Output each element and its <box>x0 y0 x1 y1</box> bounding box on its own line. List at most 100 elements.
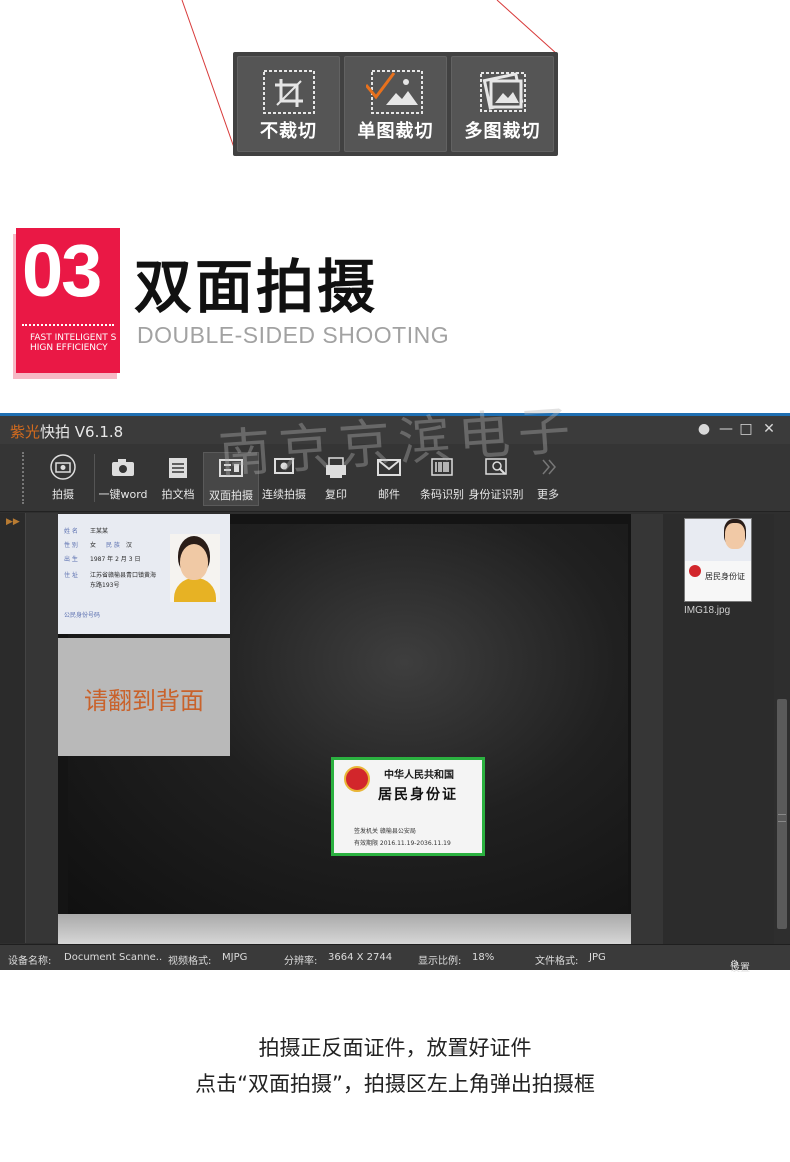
status-bar: 设备名称: Document Scanne.. 视频格式: MJPG 分辨率: … <box>0 944 790 974</box>
id-photo-body <box>174 578 216 602</box>
preview-gutter-left <box>26 513 58 943</box>
id-gender-label: 性 别 <box>64 542 78 549</box>
id-back-title: 居民身份证 <box>378 787 458 803</box>
settings-label: 设置 <box>730 963 750 974</box>
display-scale-label: 显示比例: <box>418 956 462 967</box>
continuous-shoot-label: 连续拍摄 <box>262 488 306 501</box>
barcode-button[interactable]: 条码识别 <box>414 452 470 506</box>
shoot-button[interactable]: 拍摄 <box>35 452 91 506</box>
app-window: 紫光快拍 V6.1.8 ● — □ ✕ 拍摄 一键word 拍文档 双面拍摄 连… <box>0 413 790 974</box>
single-crop-button[interactable]: 单图裁切 <box>344 56 447 152</box>
more-label: 更多 <box>537 488 559 501</box>
id-address-line1: 江苏省赣榆县青口镇黄海 <box>90 572 157 579</box>
id-recognition-button[interactable]: 身份证识别 <box>467 452 525 506</box>
more-icon <box>542 459 556 475</box>
continuous-shoot-button[interactable]: 连续拍摄 <box>256 452 312 506</box>
video-format-label: 视频格式: <box>168 956 212 967</box>
copy-button[interactable]: 复印 <box>308 452 364 506</box>
thumbnail-panel: 居民身份证 IMG18.jpg <box>663 514 774 944</box>
app-title: 紫光快拍 V6.1.8 <box>10 421 123 442</box>
badge-tagline-line2: HIGN EFFICIENCY <box>30 343 108 353</box>
thumbnail-filename: IMG18.jpg <box>684 605 731 616</box>
document-icon <box>169 458 187 478</box>
thumbnail-back: 居民身份证 <box>685 561 751 601</box>
flip-prompt-area: 请翻到背面 <box>58 638 230 756</box>
id-name-label: 姓 名 <box>64 528 78 535</box>
id-back-country: 中华人民共和国 <box>384 770 454 781</box>
thumbnail-photo <box>725 523 745 549</box>
id-name-value: 王某某 <box>90 528 109 535</box>
resolution-value: 3664 X 2744 <box>328 952 393 963</box>
shoot-document-button[interactable]: 拍文档 <box>150 452 206 506</box>
device-label: 设备名称: <box>8 956 52 967</box>
barcode-icon <box>431 458 453 476</box>
badge-divider <box>22 324 114 326</box>
single-crop-icon <box>365 70 423 114</box>
file-format-label: 文件格式: <box>535 956 579 967</box>
copy-icon <box>326 457 346 478</box>
id-card-back: 中华人民共和国 居民身份证 签发机关 赣榆县公安局 有效期限 2016.11.1… <box>331 757 485 856</box>
id-birth-label: 出 生 <box>64 556 78 563</box>
shoot-label: 拍摄 <box>52 488 74 501</box>
app-title-brand: 紫光 <box>10 423 41 441</box>
device-value: Document Scanne.. <box>64 952 163 963</box>
national-emblem-icon <box>344 766 370 792</box>
id-back-validity: 有效期限 2016.11.19-2036.11.19 <box>354 840 451 847</box>
left-panel-strip: ▶▶ <box>0 513 26 943</box>
globe-icon[interactable]: ● <box>696 421 712 437</box>
id-gender-value: 女 <box>90 542 97 549</box>
desk-surface <box>58 914 631 944</box>
expand-arrows-icon[interactable]: ▶▶ <box>6 517 20 527</box>
no-crop-icon <box>262 70 315 114</box>
toolbar-grip[interactable] <box>22 452 26 504</box>
camera-circle-icon <box>50 454 76 480</box>
camera-icon <box>112 459 134 476</box>
capture-popup-frame: 姓 名 王某某 性 别 女 民 族 汉 出 生 1987 年 2 月 3 日 住… <box>58 514 230 756</box>
resolution-label: 分辨率: <box>284 956 318 967</box>
id-photo <box>170 534 220 602</box>
no-crop-label: 不裁切 <box>260 121 317 142</box>
id-birth-value: 1987 年 2 月 3 日 <box>90 556 141 563</box>
section-number: 03 <box>22 229 102 312</box>
id-scan-icon <box>485 458 507 475</box>
id-back-authority: 签发机关 赣榆县公安局 <box>354 828 416 835</box>
app-title-version: 快拍 V6.1.8 <box>40 423 124 441</box>
badge-tagline-line1: FAST INTELIGENT S <box>30 333 117 343</box>
vertical-scrollbar[interactable] <box>774 514 790 944</box>
multi-crop-button[interactable]: 多图裁切 <box>451 56 554 152</box>
multi-crop-label: 多图裁切 <box>464 121 541 142</box>
title-bar: 紫光快拍 V6.1.8 ● — □ ✕ <box>0 416 790 444</box>
thumbnail-item[interactable]: 居民身份证 <box>684 518 752 602</box>
double-sided-button[interactable]: 双面拍摄 <box>203 452 259 506</box>
no-crop-button[interactable]: 不裁切 <box>237 56 340 152</box>
mail-button[interactable]: 邮件 <box>361 452 417 506</box>
section-subtitle: DOUBLE-SIDED SHOOTING <box>137 322 450 348</box>
id-address-label: 住 址 <box>64 572 78 579</box>
copy-label: 复印 <box>325 488 347 501</box>
mail-label: 邮件 <box>378 488 400 501</box>
file-format-value: JPG <box>589 952 606 963</box>
caption: 拍摄正反面证件，放置好证件 点击“双面拍摄”，拍摄区左上角弹出拍摄框 <box>0 1030 790 1102</box>
id-recognition-label: 身份证识别 <box>468 488 524 501</box>
barcode-label: 条码识别 <box>420 488 464 501</box>
preview-gutter-right <box>631 514 663 944</box>
single-crop-label: 单图裁切 <box>357 121 434 142</box>
id-address-line2: 东路193号 <box>90 582 120 589</box>
flip-prompt-text: 请翻到背面 <box>84 687 204 715</box>
minimize-button[interactable]: — <box>718 421 734 437</box>
multi-crop-icon <box>479 72 526 112</box>
mail-icon <box>377 459 401 476</box>
burst-camera-icon <box>274 458 294 474</box>
maximize-button[interactable]: □ <box>738 421 754 437</box>
one-click-word-button[interactable]: 一键word <box>95 452 151 506</box>
id-ethnic-label: 民 族 <box>106 542 120 549</box>
shoot-document-label: 拍文档 <box>161 488 195 501</box>
more-button[interactable]: 更多 <box>520 452 576 506</box>
crop-options-panel: 不裁切 单图裁切 多图裁切 <box>233 52 558 156</box>
thumbnail-emblem-icon <box>689 565 701 577</box>
thumbnail-back-text: 居民身份证 <box>705 572 745 581</box>
id-card-icon <box>219 459 243 477</box>
scrollbar-grip <box>778 814 786 822</box>
id-number-label: 公民身份号码 <box>64 612 101 619</box>
close-button[interactable]: ✕ <box>761 421 777 437</box>
